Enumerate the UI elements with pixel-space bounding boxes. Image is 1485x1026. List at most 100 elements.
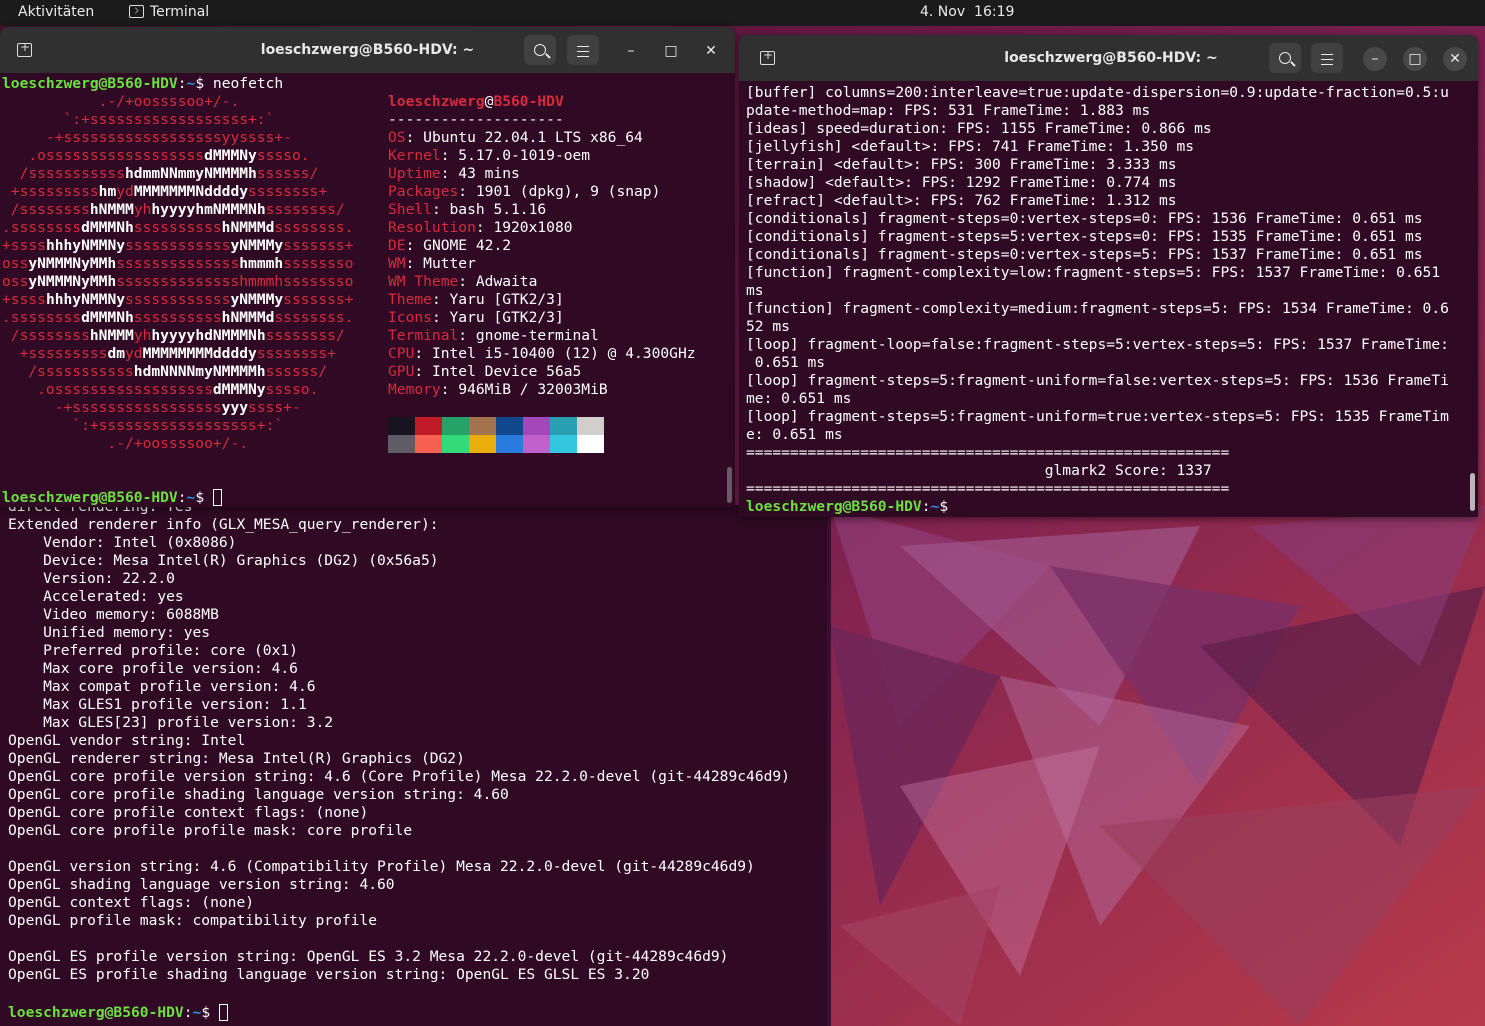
logo-segment: hdmNNNNmyNMMMMh (133, 363, 266, 380)
info-value: 946MiB / 32003MiB (458, 381, 608, 398)
terminal-window-neofetch[interactable]: loeschzwerg@B560-HDV: ~ – □ ✕ loeschzwer… (0, 27, 735, 507)
output-line: me: 0.651 ms (746, 390, 852, 407)
output-line: OpenGL context flags: (none) (8, 894, 255, 911)
color-swatch (415, 417, 442, 435)
output-line: e: 0.651 ms (746, 426, 843, 443)
prompt-path: ~ (186, 489, 196, 506)
logo-segment: `:+ssssssssssssssssss+:` (2, 417, 284, 434)
logo-segment: +ssss (2, 237, 46, 254)
scrollbar[interactable] (827, 505, 831, 1026)
header-bar[interactable]: loeschzwerg@B560-HDV: ~ – □ ✕ (0, 27, 735, 73)
logo-segment: oss (2, 255, 29, 272)
menu-button[interactable] (567, 35, 599, 65)
prompt-path: ~ (186, 75, 196, 92)
info-label: GPU (388, 363, 415, 380)
output-line: [buffer] columns=200:interleave=true:upd… (746, 84, 1449, 101)
logo-segment: ssssssss. (274, 309, 354, 326)
logo-segment: yNMMMy (230, 291, 284, 308)
logo-segment: -+sssssssssssssssss (2, 399, 222, 416)
logo-line: .ossssssssssssssssssdMMMNysssso. (2, 381, 318, 399)
logo-line: +sssssssssdmydMMMMMMMMddddyssssssss+ (2, 345, 336, 363)
logo-segment: .-/+oossssoo+/-. (2, 435, 249, 452)
output-line: [loop] fragment-steps=5:fragment-uniform… (746, 372, 1449, 389)
terminal-window-glmark2[interactable]: loeschzwerg@B560-HDV: ~ – □ ✕ [buffer] c… (739, 35, 1478, 517)
prompt-line[interactable]: loeschzwerg@B560-HDV:~$ (746, 498, 948, 516)
menu-button[interactable] (1311, 43, 1343, 73)
color-swatch (550, 435, 577, 453)
minimize-button[interactable]: – (1363, 47, 1387, 71)
app-menu-terminal[interactable]: Terminal (129, 4, 209, 20)
logo-segment: hyyyyhdNMMMNh (151, 327, 266, 344)
color-swatch (415, 435, 442, 453)
logo-line: +sssshhhyNMMNyssssssssssssyNMMMysssssss+ (2, 237, 353, 255)
info-label: DE (388, 237, 406, 254)
info-value: bash 5.1.16 (449, 201, 547, 218)
maximize-button[interactable]: □ (659, 39, 683, 63)
prompt-line[interactable]: loeschzwerg@B560-HDV:~$ (8, 1004, 228, 1022)
color-swatch (577, 435, 604, 453)
output-line: Vendor: Intel (0x8086) (8, 534, 237, 551)
prompt-symbol: $ (939, 498, 949, 515)
logo-line: `:+ssssssssssssssssss+:` (2, 417, 283, 435)
logo-line: /sssssssshNMMMyhhyyyyhdNMMMNhssssssss/ (2, 327, 345, 345)
activities-button[interactable]: Aktivitäten (18, 4, 94, 20)
info-label: Terminal (388, 327, 459, 344)
output-line: pdate-method=map: FPS: 531 FrameTime: 1.… (746, 102, 1151, 119)
output-line: Unified memory: yes (8, 624, 211, 641)
clock[interactable]: 4. Nov 16:19 (920, 4, 1014, 20)
logo-segment: hNMMM (89, 327, 134, 344)
output-line: [refract] <default>: FPS: 762 FrameTime:… (746, 192, 1177, 209)
logo-segment: hNMMMd (221, 219, 275, 236)
logo-segment: yd (125, 345, 143, 362)
info-label: Packages (388, 183, 459, 200)
search-button[interactable] (1269, 43, 1301, 73)
search-icon (534, 44, 546, 56)
logo-segment: /ssssssss (2, 201, 90, 218)
output-line: [conditionals] fragment-steps=0:vertex-s… (746, 246, 1423, 263)
logo-segment: ssssssssss (133, 219, 222, 236)
logo-segment: /sssssssssss (2, 165, 126, 182)
info-label: Memory (388, 381, 441, 398)
logo-segment: sssso. (265, 381, 319, 398)
minimize-button[interactable]: – (619, 39, 643, 63)
terminal-window-glxinfo[interactable]: direct rendering: Yes Extended renderer i… (0, 505, 831, 1026)
scrollbar[interactable] (727, 467, 732, 503)
prompt-path: ~ (192, 1004, 202, 1021)
info-value: Yaru [GTK2/3] (449, 291, 564, 308)
logo-segment: dMMMNh (81, 219, 134, 236)
scrollbar[interactable] (1470, 473, 1475, 511)
header-bar[interactable]: loeschzwerg@B560-HDV: ~ – □ ✕ (739, 35, 1478, 81)
text-cursor (218, 1004, 228, 1021)
close-button[interactable]: ✕ (1443, 47, 1467, 71)
output-line: Accelerated: yes (8, 588, 184, 605)
header-host: B560-HDV (493, 93, 564, 110)
logo-line: /ssssssssssshdmNNNNmyNMMMMhssssss/ (2, 363, 327, 381)
logo-segment: -+ssssssssssssssssssyyssss+- (2, 129, 292, 146)
info-label: Resolution (388, 219, 476, 236)
close-button[interactable]: ✕ (699, 39, 723, 63)
maximize-button[interactable]: □ (1403, 47, 1427, 71)
logo-segment: dMMMNy (212, 381, 266, 398)
logo-line: .ossssssssssssssssssdMMMNysssso. (2, 147, 309, 165)
prompt-line[interactable]: loeschzwerg@B560-HDV:~$ (2, 489, 222, 507)
prompt-user-host: loeschzwerg@B560-HDV (2, 489, 178, 506)
logo-segment: ssssssso (283, 255, 354, 272)
logo-segment: ssssssss+ (256, 345, 336, 362)
logo-segment: hNMMMd (221, 309, 275, 326)
logo-segment: sssssssssssssshmmmhssssssso (116, 273, 354, 290)
logo-line: `:+ssssssssssssssssss+:` (2, 111, 275, 129)
color-swatch (388, 435, 415, 453)
logo-segment: +sssssssss (2, 345, 108, 362)
logo-segment: +sssssssss (2, 183, 99, 200)
logo-segment: /ssssssss (2, 327, 90, 344)
prompt-path: ~ (930, 498, 940, 515)
info-value: Ubuntu 22.04.1 LTS x86_64 (423, 129, 643, 146)
info-value: 5.17.0-1019-oem (458, 147, 591, 164)
color-swatch (469, 435, 496, 453)
info-label: Uptime (388, 165, 441, 182)
info-value: 1920x1080 (493, 219, 573, 236)
color-swatch (577, 417, 604, 435)
search-button[interactable] (524, 35, 556, 65)
output-line: [conditionals] fragment-steps=5:vertex-s… (746, 228, 1423, 245)
hamburger-menu-icon (577, 46, 589, 57)
